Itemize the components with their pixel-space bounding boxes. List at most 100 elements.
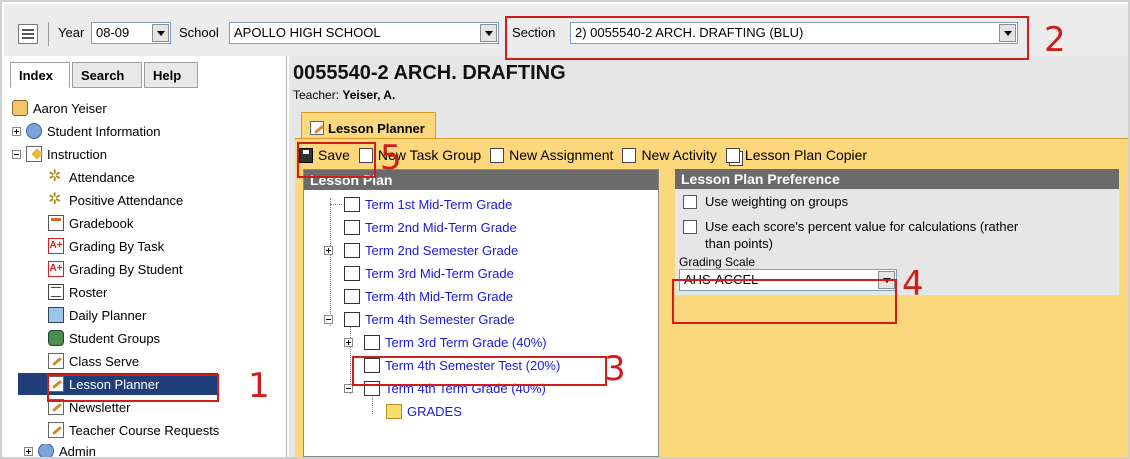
school-select[interactable]: APOLLO HIGH SCHOOL [229, 22, 499, 44]
weighting-label: Use weighting on groups [705, 194, 849, 209]
teacher-line: Teacher: Yeiser, A. [293, 88, 395, 102]
new-assignment-button[interactable]: New Assignment [490, 147, 613, 163]
tree-item-positive-attendance[interactable]: Positive Attendance [48, 189, 183, 211]
new-activity-button[interactable]: New Activity [622, 147, 717, 163]
lesson-item-label: Term 2nd Semester Grade [365, 242, 519, 258]
lesson-item[interactable]: Term 2nd Mid-Term Grade [324, 217, 517, 237]
grading-icon: A+ [48, 238, 64, 254]
tree-item-teacher-course-requests[interactable]: Teacher Course Requests [48, 419, 219, 441]
lesson-item-label: Term 3rd Term Grade (40%) [385, 334, 547, 350]
expand-icon[interactable] [24, 446, 33, 456]
toolbar-divider [48, 22, 49, 46]
annotation-number-2: 2 [1044, 20, 1066, 60]
expand-icon[interactable] [344, 337, 353, 347]
lesson-item-label: Term 2nd Mid-Term Grade [365, 219, 517, 235]
lesson-item[interactable]: Term 1st Mid-Term Grade [324, 194, 512, 214]
students-icon [26, 123, 42, 139]
tree-item-attendance[interactable]: Attendance [48, 166, 135, 188]
task-icon [344, 242, 360, 258]
tree-item-label: Daily Planner [69, 307, 147, 323]
expand-icon[interactable] [12, 126, 21, 136]
main-content: 0055540-2 ARCH. DRAFTING Teacher: Yeiser… [289, 56, 1128, 457]
tree-item-roster[interactable]: Roster [48, 281, 107, 303]
new-task-group-button[interactable]: New Task Group [358, 147, 481, 163]
year-label: Year [58, 25, 85, 40]
tab-index[interactable]: Index [10, 62, 70, 88]
new-activity-label: New Activity [641, 147, 717, 163]
tree-item-label: Grading By Task [69, 238, 165, 254]
teacher-name: Yeiser, A. [342, 88, 396, 102]
tree-item-label: Instruction [47, 146, 107, 162]
annotation-number-4: 4 [902, 264, 924, 304]
pencil-icon [310, 121, 324, 135]
annotation-number-3: 3 [604, 349, 626, 389]
pencil-icon [48, 422, 64, 438]
percent-value-checkbox[interactable] [683, 220, 697, 234]
copy-icon [725, 147, 740, 163]
document-icon [490, 147, 505, 163]
lesson-item[interactable]: Term 4th Mid-Term Grade [324, 286, 513, 306]
tree-item-label: Positive Attendance [69, 192, 184, 208]
app-window: Year 08-09 School APOLLO HIGH SCHOOL Sec… [0, 0, 1130, 459]
annotation-box-5 [297, 142, 376, 178]
lesson-item-label: Term 3rd Mid-Term Grade [365, 265, 514, 281]
tree-item-class-serve[interactable]: Class Serve [48, 350, 139, 372]
annotation-box-2 [505, 16, 1029, 60]
chevron-down-icon[interactable] [152, 24, 169, 42]
school-value: APOLLO HIGH SCHOOL [234, 25, 381, 40]
year-value: 08-09 [96, 25, 130, 40]
grading-scale-label: Grading Scale [679, 255, 756, 269]
tree-item-instruction[interactable]: Instruction [12, 143, 107, 165]
lesson-item[interactable]: Term 3rd Mid-Term Grade [324, 263, 514, 283]
year-select[interactable]: 08-09 [91, 22, 171, 44]
admin-icon [38, 444, 54, 457]
weighting-checkbox[interactable] [683, 195, 697, 209]
lesson-item-label: GRADES [407, 403, 462, 419]
tab-help[interactable]: Help [144, 62, 198, 88]
lesson-item[interactable]: Term 3rd Term Grade (40%) [344, 332, 547, 352]
lesson-item-grades[interactable]: GRADES [386, 401, 462, 421]
tree-item-grading-by-task[interactable]: A+ Grading By Task [48, 235, 164, 257]
tab-lesson-planner[interactable]: Lesson Planner [301, 112, 436, 138]
tree-item-label: Gradebook [69, 215, 134, 231]
lesson-item-label: Term 4th Mid-Term Grade [365, 288, 514, 304]
groups-icon [48, 330, 64, 346]
tree-item-label: Roster [69, 284, 108, 300]
percent-value-label-line2: than points) [705, 236, 773, 251]
expand-icon[interactable] [324, 245, 333, 255]
annotation-box-4 [672, 279, 897, 324]
lesson-item[interactable]: Term 2nd Semester Grade [324, 240, 518, 260]
tree-item-admin[interactable]: Admin [24, 444, 96, 457]
task-icon [344, 265, 360, 281]
tree-item-label: Student Groups [69, 330, 161, 346]
collapse-icon[interactable] [324, 314, 333, 324]
tree-item-student-information[interactable]: Student Information [12, 120, 160, 142]
tree-item-label: Grading By Student [69, 261, 183, 277]
collapse-icon[interactable] [12, 149, 21, 159]
annotation-box-3 [352, 356, 607, 386]
task-icon [344, 288, 360, 304]
new-assignment-label: New Assignment [509, 147, 614, 163]
toggle-panel-icon[interactable] [18, 24, 38, 44]
calendar-icon [48, 307, 64, 323]
lesson-item[interactable]: Term 4th Semester Grade [324, 309, 515, 329]
tree-item-student-groups[interactable]: Student Groups [48, 327, 160, 349]
chevron-down-icon[interactable] [480, 24, 497, 42]
preference-header: Lesson Plan Preference [675, 169, 1119, 189]
annotation-number-1: 1 [248, 366, 270, 406]
school-label: School [179, 25, 219, 40]
annotation-box-1 [47, 374, 219, 402]
tree-item-daily-planner[interactable]: Daily Planner [48, 304, 146, 326]
attendance-icon [48, 166, 64, 186]
copier-label: Lesson Plan Copier [744, 147, 868, 163]
page-title: 0055540-2 ARCH. DRAFTING [293, 62, 566, 84]
tab-search[interactable]: Search [72, 62, 142, 88]
lesson-plan-copier-button[interactable]: Lesson Plan Copier [725, 147, 868, 163]
folder-icon [386, 403, 402, 419]
task-icon [344, 219, 360, 235]
teacher-label: Teacher: [293, 88, 340, 102]
tree-item-gradebook[interactable]: Gradebook [48, 212, 133, 234]
tab-label: Lesson Planner [328, 120, 425, 136]
tree-item-grading-by-student[interactable]: A+ Grading By Student [48, 258, 182, 280]
tree-user[interactable]: Aaron Yeiser [12, 97, 107, 119]
